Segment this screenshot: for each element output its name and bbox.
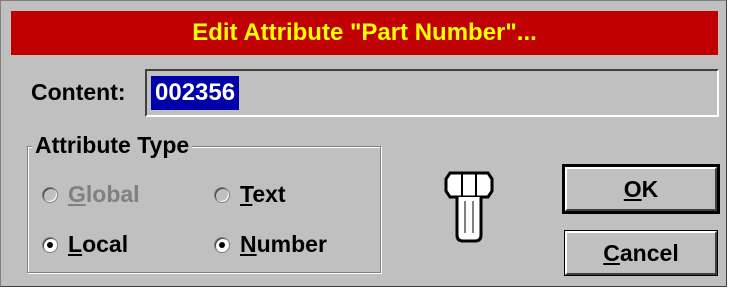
attribute-type-legend: Attribute Type [32,132,193,159]
cancel-button[interactable]: Cancel [564,230,718,276]
radio-global-label: Global [68,181,140,207]
attribute-type-group: Attribute Type Global Text Local Number [27,132,381,273]
radio-global[interactable]: Global [42,181,140,208]
radio-number-label: Number [240,231,327,257]
ok-button[interactable]: OK [562,164,720,214]
edit-attribute-dialog: Edit Attribute "Part Number"... Content:… [0,0,727,287]
dialog-title: Edit Attribute "Part Number"... [192,19,537,46]
title-bar[interactable]: Edit Attribute "Part Number"... [11,11,718,55]
radio-global-circle[interactable] [42,186,58,203]
content-label: Content: [31,79,126,105]
content-value: 002356 [151,76,240,110]
radio-text[interactable]: Text [214,181,286,208]
radio-local[interactable]: Local [42,231,128,258]
radio-text-label: Text [240,181,286,207]
bolt-icon [444,171,494,243]
radio-number[interactable]: Number [214,231,327,258]
content-field[interactable]: 002356 [145,69,719,117]
radio-text-circle[interactable] [214,186,230,203]
radio-local-label: Local [68,231,129,257]
radio-number-circle[interactable] [214,236,230,253]
ok-button-label: OK [623,175,659,202]
cancel-button-label: Cancel [603,239,679,266]
radio-local-circle[interactable] [42,236,58,253]
